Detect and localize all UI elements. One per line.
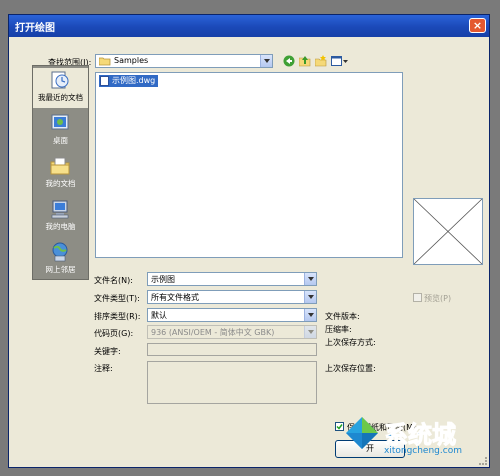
place-desktop[interactable]: 桌面 (33, 111, 88, 151)
place-label: 桌面 (53, 136, 68, 145)
place-my-documents[interactable]: 我的文档 (33, 154, 88, 194)
checkmark-icon (336, 424, 343, 430)
brand-logo-icon (346, 417, 378, 449)
my-computer-icon (51, 200, 69, 219)
preview-checkbox-label: 预览(P) (424, 294, 452, 303)
desktop-icon (51, 114, 69, 130)
filetype-value: 所有文件格式 (151, 293, 199, 302)
sort-label: 排序类型(R): (94, 312, 141, 321)
filetype-label: 文件类型(T): (94, 294, 140, 303)
network-places-icon (52, 242, 68, 262)
sort-value: 默认 (151, 311, 167, 320)
codepage-dropdown[interactable]: 936 (ANSI/OEM - 简体中文 GBK) (147, 325, 317, 339)
close-button[interactable]: × (469, 18, 486, 33)
filename-label: 文件名(N): (94, 276, 133, 285)
keywords-field[interactable] (147, 343, 317, 356)
place-network[interactable]: 网上邻居 (33, 240, 88, 280)
xitongcheng-watermark: 系统城 xitongcheng.com (344, 412, 494, 474)
chevron-down-icon[interactable] (304, 309, 316, 321)
brand-name: 系统城 (384, 421, 457, 450)
keep-layouts-checkbox[interactable] (335, 422, 344, 431)
recent-docs-icon (51, 71, 69, 89)
file-version-label: 文件版本: (325, 312, 360, 321)
sort-dropdown[interactable]: 默认 (147, 308, 317, 322)
filename-input[interactable]: 示例图 (147, 272, 317, 286)
keywords-label: 关键字: (94, 347, 121, 356)
chevron-down-icon[interactable] (304, 273, 316, 285)
file-item[interactable]: 示例图.dwg (99, 75, 159, 87)
title-bar[interactable]: 打开绘图 × (9, 15, 489, 37)
last-save-method-label: 上次保存方式: (325, 338, 376, 347)
up-folder-icon[interactable] (299, 55, 311, 67)
preview-checkbox[interactable] (413, 293, 422, 302)
comments-label: 注释: (94, 364, 113, 373)
codepage-value: 936 (ANSI/OEM - 简体中文 GBK) (151, 328, 275, 337)
chevron-down-icon[interactable] (304, 326, 316, 338)
comments-field[interactable] (147, 361, 317, 404)
new-folder-icon[interactable] (315, 55, 327, 67)
dwg-file-icon (100, 76, 109, 86)
window-title: 打开绘图 (15, 23, 55, 34)
place-label: 我的文档 (45, 179, 76, 188)
filename-value: 示例图 (151, 275, 175, 284)
place-my-computer[interactable]: 我的电脑 (33, 197, 88, 237)
place-label: 网上邻居 (45, 265, 76, 274)
lookin-dropdown[interactable]: Samples (95, 54, 273, 68)
filetype-dropdown[interactable]: 所有文件格式 (147, 290, 317, 304)
place-label: 我最近的文档 (38, 93, 83, 102)
place-label: 我的电脑 (45, 222, 76, 231)
file-list[interactable]: 示例图.dwg (95, 72, 403, 258)
views-menu-icon[interactable] (331, 55, 349, 67)
chevron-down-icon[interactable] (260, 55, 272, 67)
open-drawing-dialog: 打开绘图 × 查找范围(I): Samples 我最近的文档 桌面 我的文档 我… (8, 14, 490, 468)
compression-ratio-label: 压缩率: (325, 325, 352, 334)
last-save-location-label: 上次保存位置: (325, 364, 376, 373)
lookin-value: Samples (114, 56, 149, 65)
back-arrow-icon[interactable] (283, 55, 295, 67)
codepage-label: 代码页(G): (94, 329, 134, 338)
no-preview-graphic (414, 199, 482, 264)
place-recent-documents[interactable]: 我最近的文档 (33, 68, 88, 108)
my-documents-icon (50, 157, 70, 175)
chevron-down-icon[interactable] (304, 291, 316, 303)
file-name: 示例图.dwg (112, 76, 156, 85)
brand-url: xitongcheng.com (384, 446, 462, 456)
places-bar: 我最近的文档 桌面 我的文档 我的电脑 网上邻居 (32, 65, 89, 280)
folder-icon (99, 57, 111, 66)
preview-pane (413, 198, 483, 265)
